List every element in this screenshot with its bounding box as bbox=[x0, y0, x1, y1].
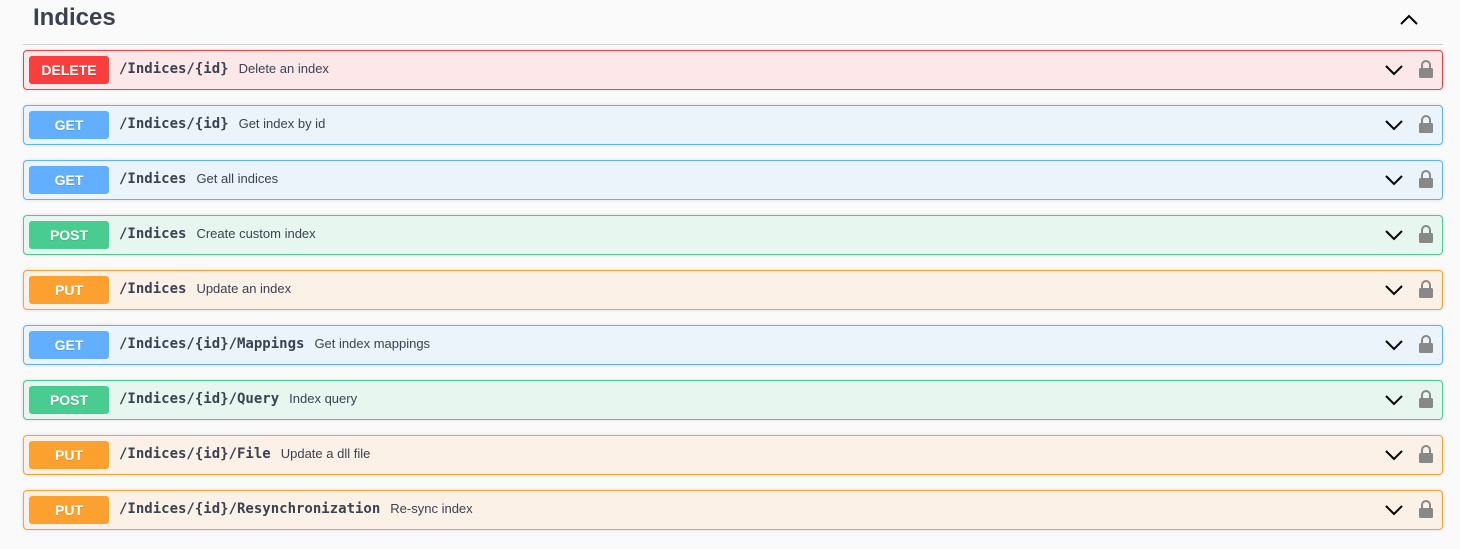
api-section-indices: Indices DELETE /Indices/{id} Delete an in… bbox=[0, 0, 1460, 549]
operation-summary: Get index by id bbox=[238, 116, 326, 131]
chevron-up-icon[interactable] bbox=[1397, 10, 1421, 30]
operation-row[interactable]: GET /Indices/{id}/Mappings Get index mapp… bbox=[23, 325, 1443, 365]
lock-icon[interactable] bbox=[1418, 279, 1434, 299]
chevron-down-icon[interactable] bbox=[1384, 227, 1404, 243]
operation-path: /Indices/{id} Get index by id bbox=[119, 116, 325, 132]
chevron-down-icon[interactable] bbox=[1384, 337, 1404, 353]
lock-icon[interactable] bbox=[1418, 114, 1434, 134]
chevron-down-icon[interactable] bbox=[1384, 172, 1404, 188]
path-text: /Indices/{id}/Resynchronization bbox=[119, 501, 381, 517]
chevron-down-icon[interactable] bbox=[1384, 62, 1404, 78]
chevron-down-icon[interactable] bbox=[1384, 117, 1404, 133]
lock-icon[interactable] bbox=[1418, 444, 1434, 464]
operation-path: /Indices/{id}/File Update a dll file bbox=[119, 446, 370, 462]
path-text: /Indices/{id}/Mappings bbox=[119, 336, 305, 352]
operation-row[interactable]: DELETE /Indices/{id} Delete an index bbox=[23, 50, 1443, 90]
operation-path: /Indices/{id} Delete an index bbox=[119, 61, 329, 77]
chevron-down-icon[interactable] bbox=[1384, 392, 1404, 408]
lock-icon[interactable] bbox=[1418, 59, 1434, 79]
method-badge: POST bbox=[29, 221, 109, 249]
chevron-down-icon[interactable] bbox=[1384, 282, 1404, 298]
operation-path: /Indices Get all indices bbox=[119, 171, 278, 187]
path-text: /Indices bbox=[119, 281, 187, 297]
section-title: Indices bbox=[33, 4, 116, 31]
operation-row[interactable]: PUT /Indices Update an index bbox=[23, 270, 1443, 310]
path-text: /Indices/{id} bbox=[119, 61, 229, 77]
path-text: /Indices/{id}/Query bbox=[119, 391, 280, 407]
lock-icon[interactable] bbox=[1418, 169, 1434, 189]
operation-row[interactable]: GET /Indices/{id} Get index by id bbox=[23, 105, 1443, 145]
method-badge: PUT bbox=[29, 276, 109, 304]
operation-summary: Index query bbox=[289, 391, 358, 406]
operation-row[interactable]: POST /Indices Create custom index bbox=[23, 215, 1443, 255]
lock-icon[interactable] bbox=[1418, 334, 1434, 354]
lock-icon[interactable] bbox=[1418, 389, 1434, 409]
operation-summary: Get all indices bbox=[196, 171, 279, 186]
method-badge: GET bbox=[29, 166, 109, 194]
operation-path: /Indices/{id}/Mappings Get index mappings bbox=[119, 336, 430, 352]
section-header[interactable]: Indices bbox=[23, 0, 1443, 45]
operation-path: /Indices/{id}/Query Index query bbox=[119, 391, 357, 407]
operation-summary: Update an index bbox=[196, 281, 292, 296]
path-text: /Indices/{id} bbox=[119, 116, 229, 132]
method-badge: GET bbox=[29, 111, 109, 139]
operation-path: /Indices Update an index bbox=[119, 281, 291, 297]
operation-row[interactable]: GET /Indices Get all indices bbox=[23, 160, 1443, 200]
chevron-down-icon[interactable] bbox=[1384, 502, 1404, 518]
method-badge: PUT bbox=[29, 496, 109, 524]
method-badge: POST bbox=[29, 386, 109, 414]
operation-summary: Delete an index bbox=[238, 61, 329, 76]
lock-icon[interactable] bbox=[1418, 499, 1434, 519]
operation-path: /Indices/{id}/Resynchronization Re-sync i… bbox=[119, 501, 473, 517]
operation-row[interactable]: POST /Indices/{id}/Query Index query bbox=[23, 380, 1443, 420]
operation-row[interactable]: PUT /Indices/{id}/Resynchronization Re-sy… bbox=[23, 490, 1443, 530]
operation-summary: Get index mappings bbox=[314, 336, 431, 351]
path-text: /Indices/{id}/File bbox=[119, 446, 271, 462]
operation-summary: Create custom index bbox=[196, 226, 316, 241]
method-badge: GET bbox=[29, 331, 109, 359]
method-badge: PUT bbox=[29, 441, 109, 469]
chevron-down-icon[interactable] bbox=[1384, 447, 1404, 463]
path-text: /Indices bbox=[119, 226, 187, 242]
operation-summary: Update a dll file bbox=[280, 446, 371, 461]
operation-path: /Indices Create custom index bbox=[119, 226, 316, 242]
lock-icon[interactable] bbox=[1418, 224, 1434, 244]
method-badge: DELETE bbox=[29, 56, 109, 84]
path-text: /Indices bbox=[119, 171, 187, 187]
operation-row[interactable]: PUT /Indices/{id}/File Update a dll file bbox=[23, 435, 1443, 475]
operation-summary: Re-sync index bbox=[390, 501, 473, 516]
